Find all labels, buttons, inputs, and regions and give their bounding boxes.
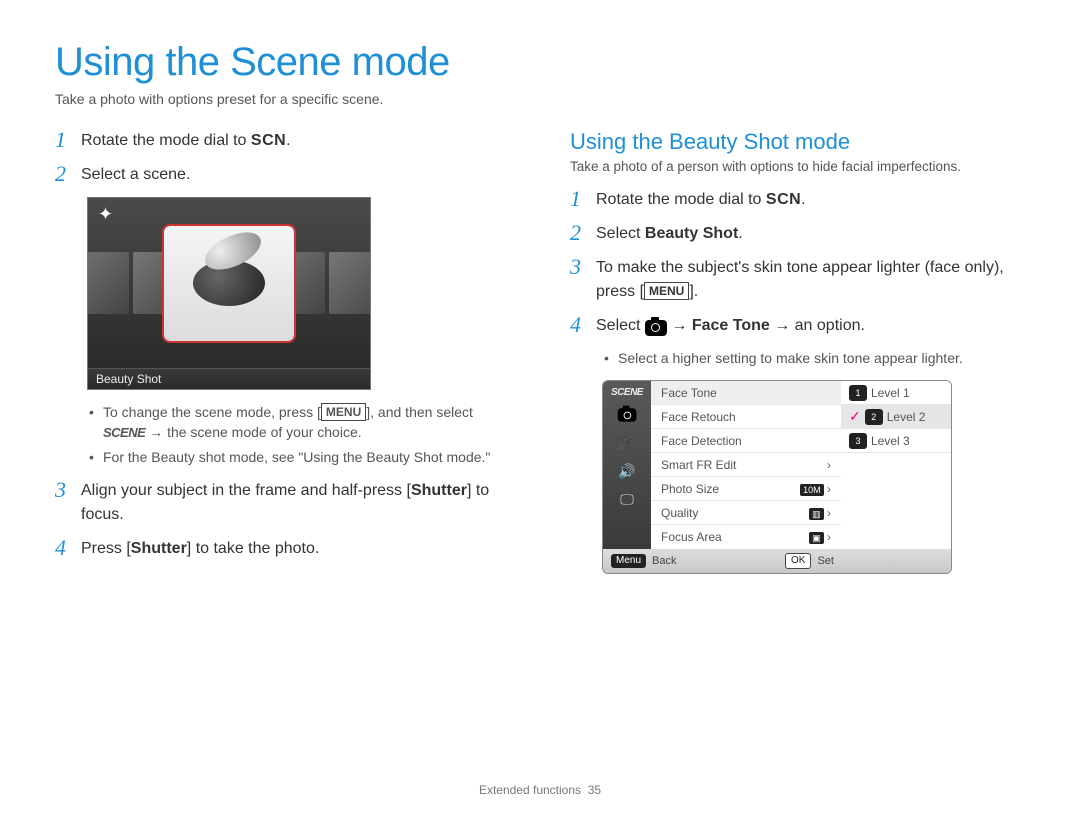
menu-items-column: Face Tone Face Retouch Face Detection Sm… <box>651 381 841 549</box>
video-category-icon: 🎥 <box>613 432 641 454</box>
beauty-shot-card <box>164 226 294 341</box>
focus-area-value-icon: ▣ <box>809 532 824 544</box>
beauty-shot-heading: Using the Beauty Shot mode <box>570 129 1030 155</box>
left-step-3: 3 Align your subject in the frame and ha… <box>55 479 515 527</box>
right-column: Using the Beauty Shot mode Take a photo … <box>570 129 1030 586</box>
quality-value-icon: ▥ <box>809 508 824 520</box>
step-text: Select a scene. <box>81 163 515 187</box>
level-3-option[interactable]: 3Level 3 <box>841 429 951 453</box>
step-number: 3 <box>570 256 596 278</box>
menu-category-icons: SCENE 🎥 🔊 🖵 <box>603 381 651 549</box>
display-category-icon: 🖵 <box>613 488 641 510</box>
step-number: 2 <box>55 163 81 185</box>
menu-item-focus-area[interactable]: Focus Area▣ › <box>651 525 841 549</box>
scn-icon: SCN <box>766 191 801 208</box>
menu-set-label: Set <box>817 555 834 567</box>
menu-icon: MENU <box>644 282 689 300</box>
menu-ok-button[interactable]: OK <box>785 553 811 569</box>
camera-category-icon <box>613 404 641 426</box>
scene-icon: SCENE <box>103 425 145 440</box>
face-level-icon: 1 <box>849 385 867 401</box>
right-bullet-1: Select a higher setting to make skin ton… <box>604 348 1030 368</box>
left-bullet-1: To change the scene mode, press [MENU], … <box>89 402 515 443</box>
beauty-shot-sub: Take a photo of a person with options to… <box>570 159 1030 174</box>
face-level-icon: 3 <box>849 433 867 449</box>
scene-category-icon: SCENE <box>611 387 643 398</box>
camera-icon <box>645 320 667 336</box>
scn-icon: SCN <box>251 132 286 149</box>
step-number: 1 <box>570 188 596 210</box>
check-icon: ✓ <box>849 408 861 425</box>
menu-item-photo-size[interactable]: Photo Size10M › <box>651 477 841 501</box>
step-number: 3 <box>55 479 81 501</box>
right-step-3: 3 To make the subject's skin tone appear… <box>570 256 1030 304</box>
left-bullet-2: For the Beauty shot mode, see "Using the… <box>89 447 515 467</box>
chevron-right-icon: › <box>827 530 831 544</box>
left-column: 1 Rotate the mode dial to SCN. 2 Select … <box>55 129 515 586</box>
sparkle-icon: ✦ <box>98 204 113 225</box>
menu-item-smart-fr-edit[interactable]: Smart FR Edit› <box>651 453 841 477</box>
scene-caption: Beauty Shot <box>88 368 370 389</box>
menu-back-label: Back <box>652 555 676 567</box>
menu-item-face-retouch[interactable]: Face Retouch <box>651 405 841 429</box>
right-step-4: 4 Select → Face Tone → an option. <box>570 314 1030 338</box>
page-subtitle: Take a photo with options preset for a s… <box>55 91 1030 107</box>
menu-back-button[interactable]: Menu <box>611 554 646 568</box>
level-1-option[interactable]: 1Level 1 <box>841 381 951 405</box>
level-2-option[interactable]: ✓2Level 2 <box>841 405 951 429</box>
menu-footer: Menu Back OK Set <box>603 549 951 573</box>
right-step-2: 2 Select Beauty Shot. <box>570 222 1030 246</box>
step-number: 1 <box>55 129 81 151</box>
page-title: Using the Scene mode <box>55 40 1030 85</box>
sound-category-icon: 🔊 <box>613 460 641 482</box>
step-text: Rotate the mode dial to <box>81 132 251 149</box>
camera-menu-figure: SCENE 🎥 🔊 🖵 Face Tone Face Retouch Face … <box>602 380 952 574</box>
step-number: 4 <box>55 537 81 559</box>
page-footer: Extended functions 35 <box>0 783 1080 797</box>
menu-icon: MENU <box>321 403 366 421</box>
menu-item-quality[interactable]: Quality▥ › <box>651 501 841 525</box>
scene-selector-figure: ✦ Beauty Shot <box>87 197 371 390</box>
step-number: 2 <box>570 222 596 244</box>
menu-item-face-detection[interactable]: Face Detection <box>651 429 841 453</box>
left-step-1: 1 Rotate the mode dial to SCN. <box>55 129 515 153</box>
left-step-2: 2 Select a scene. <box>55 163 515 187</box>
compact-mirror-icon <box>193 260 265 306</box>
left-step-4: 4 Press [Shutter] to take the photo. <box>55 537 515 561</box>
face-level-icon: 2 <box>865 409 883 425</box>
menu-levels-column: 1Level 1 ✓2Level 2 3Level 3 <box>841 381 951 549</box>
right-step-1: 1 Rotate the mode dial to SCN. <box>570 188 1030 212</box>
menu-item-face-tone[interactable]: Face Tone <box>651 381 841 405</box>
chevron-right-icon: › <box>827 458 831 472</box>
step-number: 4 <box>570 314 596 336</box>
photo-size-value: 10M <box>800 484 824 496</box>
chevron-right-icon: › <box>827 506 831 520</box>
chevron-right-icon: › <box>827 482 831 496</box>
